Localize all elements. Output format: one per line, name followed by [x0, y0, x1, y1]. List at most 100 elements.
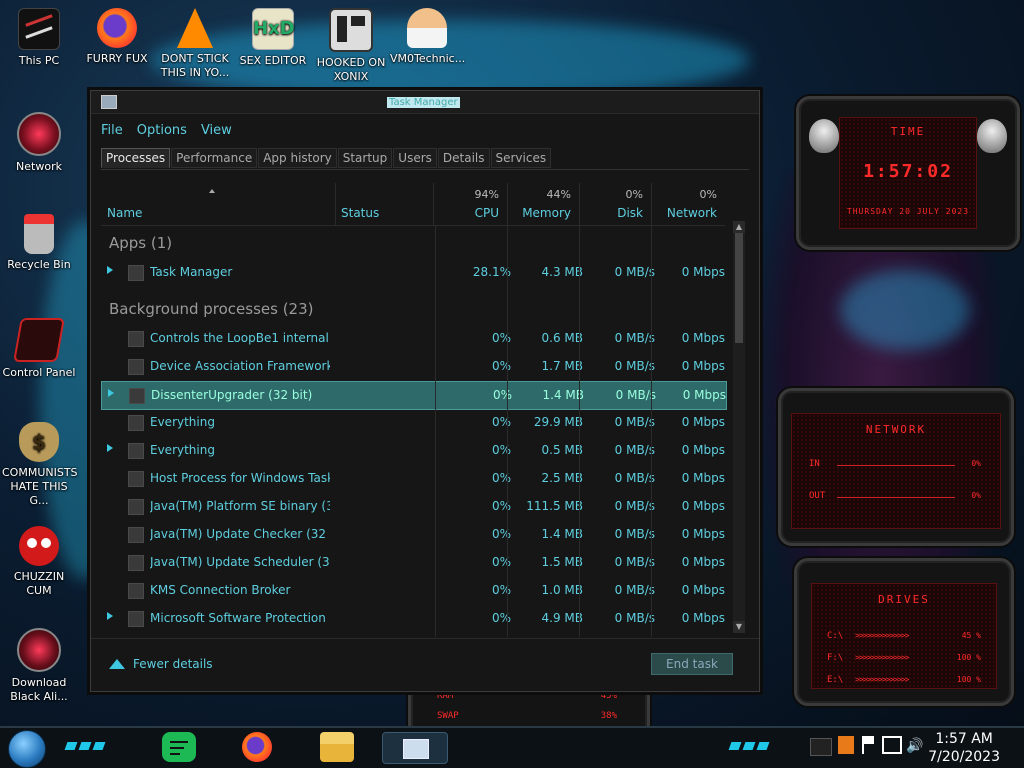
desktop-icon-vm0technic[interactable]: VM0Technic... — [390, 8, 465, 66]
process-row[interactable]: Java(TM) Update Scheduler (32 ... 0% 1.5 M… — [101, 549, 725, 576]
app-tray-icon[interactable] — [838, 736, 854, 754]
scroll-up-arrow-icon[interactable]: ▲ — [733, 221, 745, 233]
process-row[interactable]: Controls the LoopBe1 internal ... 0% 0.6 M… — [101, 325, 725, 352]
column-status-label: Status — [341, 206, 380, 220]
expand-arrow-icon[interactable] — [107, 444, 113, 452]
desktop-icon-dont-stick[interactable]: DONT STICK THIS IN YO... — [158, 8, 232, 80]
process-disk: 0 MB/s — [614, 611, 655, 625]
task-manager-taskbar-button[interactable] — [382, 732, 448, 764]
desktop-icon-black-alien[interactable]: Download Black Ali... — [2, 628, 76, 704]
end-task-button[interactable]: End task — [651, 653, 733, 675]
desktop-icon-network[interactable]: Network — [2, 112, 76, 174]
clock-time: 1:57 AM — [935, 731, 993, 747]
volume-icon[interactable]: 🔊 — [906, 738, 923, 754]
firefox-taskbar-icon[interactable] — [242, 732, 272, 762]
vertical-scrollbar[interactable]: ▲ ▼ — [733, 221, 745, 633]
column-header-status[interactable]: Status — [335, 183, 434, 225]
tab-users[interactable]: Users — [393, 148, 437, 168]
desktop-icon-this-pc[interactable]: This PC — [2, 8, 76, 68]
file-explorer-icon[interactable] — [320, 732, 354, 762]
tab-app-history[interactable]: App history — [258, 148, 337, 168]
process-row[interactable]: Everything 0% 0.5 MB 0 MB/s 0 Mbps — [101, 437, 725, 464]
process-network: 0 Mbps — [681, 359, 725, 373]
network-tray-icon[interactable] — [882, 736, 902, 754]
process-row[interactable]: Java(TM) Platform SE binary (32... 0% 111.… — [101, 493, 725, 520]
desktop-icon-recycle-bin[interactable]: Recycle Bin — [2, 214, 76, 272]
desktop-icon-label: CHUZZIN CUM — [13, 570, 65, 597]
column-header-disk[interactable]: 0% Disk — [579, 183, 652, 225]
expand-arrow-icon[interactable] — [107, 266, 113, 274]
clock-date: 7/20/2023 — [928, 749, 1000, 765]
hxd-icon: HxD — [252, 8, 295, 50]
desktop-icon-label: FURRY FUX — [86, 52, 148, 65]
flag-icon[interactable] — [862, 736, 876, 754]
process-row[interactable]: DissenterUpgrader (32 bit) 0% 1.4 MB 0 MB/s… — [101, 381, 727, 410]
desktop-icon-furry-fux[interactable]: FURRY FUX — [80, 8, 154, 66]
drive-label: C:\ — [827, 631, 844, 641]
drive-pct: 100 % — [956, 653, 981, 662]
process-cpu: 0% — [491, 527, 511, 541]
column-header-name[interactable]: Name — [101, 183, 336, 225]
group-header-apps: Apps (1) — [109, 234, 173, 252]
process-cpu: 0% — [491, 331, 511, 345]
column-disk-label: Disk — [617, 206, 643, 220]
disk-total-pct: 0% — [625, 188, 643, 201]
column-header-network[interactable]: 0% Network — [651, 183, 725, 225]
taskbar-clock[interactable]: 1:57 AM 7/20/2023 — [928, 730, 1000, 766]
tab-startup[interactable]: Startup — [337, 148, 393, 168]
process-memory: 1.0 MB — [541, 583, 583, 597]
column-header-memory[interactable]: 44% Memory — [507, 183, 580, 225]
process-name: Everything — [150, 415, 215, 429]
expand-arrow-icon[interactable] — [107, 612, 113, 620]
drive-bar: >>>>>>>>>>>>>> — [855, 675, 909, 684]
tab-performance[interactable]: Performance — [171, 148, 258, 168]
process-row[interactable]: Java(TM) Update Checker (32 bit) 0% 1.4 MB… — [101, 521, 725, 548]
desktop-icon-hooked-on-xonix[interactable]: HOOKED ON XONIX — [314, 8, 388, 84]
fewer-details-button[interactable]: Fewer details — [109, 657, 213, 671]
tab-services[interactable]: Services — [490, 148, 552, 168]
process-icon — [128, 415, 144, 431]
network-widget: NETWORK IN 0% OUT 0% — [778, 388, 1014, 546]
process-row[interactable]: Microsoft Software Protection P... 0% 4.9 … — [101, 605, 725, 632]
process-cpu: 0% — [491, 555, 511, 569]
process-disk: 0 MB/s — [614, 499, 655, 513]
collapse-up-icon — [109, 659, 125, 669]
desktop-icon-chuzzin-cum[interactable]: CHUZZIN CUM — [2, 526, 76, 598]
scrollbar-thumb[interactable] — [735, 233, 743, 343]
process-network: 0 Mbps — [681, 471, 725, 485]
menu-view[interactable]: View — [201, 123, 232, 141]
title-bar[interactable]: Task Manager — [91, 91, 759, 114]
expand-arrow-icon[interactable] — [108, 389, 114, 397]
process-row[interactable]: KMS Connection Broker 0% 1.0 MB 0 MB/s 0 Mbp… — [101, 577, 725, 604]
desktop-icon-control-panel[interactable]: Control Panel — [2, 318, 76, 380]
process-memory: 1.7 MB — [541, 359, 583, 373]
process-row[interactable]: Host Process for Windows Tasks 0% 2.5 MB 0 … — [101, 465, 725, 492]
process-network: 0 Mbps — [681, 499, 725, 513]
scroll-down-arrow-icon[interactable]: ▼ — [733, 621, 745, 633]
process-cpu: 0% — [491, 359, 511, 373]
process-row-task-manager[interactable]: Task Manager 28.1% 4.3 MB 0 MB/s 0 Mbps — [101, 259, 725, 286]
spotify-icon[interactable] — [162, 732, 196, 762]
process-row[interactable]: Device Association Framework ... 0% 1.7 MB… — [101, 353, 725, 380]
desktop-icon-label: SEX EDITOR — [239, 54, 307, 67]
process-cpu: 0% — [491, 611, 511, 625]
desktop-icon-sex-editor[interactable]: HxD SEX EDITOR — [236, 8, 310, 68]
start-button[interactable] — [8, 730, 46, 768]
menu-file[interactable]: File — [101, 123, 123, 141]
taskbar-decor-left — [64, 738, 124, 754]
column-header-cpu[interactable]: 94% CPU — [433, 183, 508, 225]
tab-processes[interactable]: Processes — [101, 148, 171, 168]
process-icon — [128, 359, 144, 375]
process-cpu: 0% — [491, 499, 511, 513]
process-row[interactable]: Everything 0% 29.9 MB 0 MB/s 0 Mbps — [101, 409, 725, 436]
drive-label: F:\ — [827, 653, 844, 663]
alien-head-icon — [977, 119, 1007, 153]
keyboard-icon[interactable] — [810, 738, 832, 756]
time-widget: TIME 1:57:02 THURSDAY 20 JULY 2023 — [796, 96, 1020, 250]
process-memory: 1.5 MB — [541, 555, 583, 569]
column-separator — [579, 225, 580, 637]
desktop-icon-communists[interactable]: $ COMMUNISTS HATE THIS G... — [2, 422, 78, 508]
process-network: 0 Mbps — [681, 265, 725, 279]
tab-details[interactable]: Details — [437, 148, 490, 168]
menu-options[interactable]: Options — [137, 123, 187, 141]
